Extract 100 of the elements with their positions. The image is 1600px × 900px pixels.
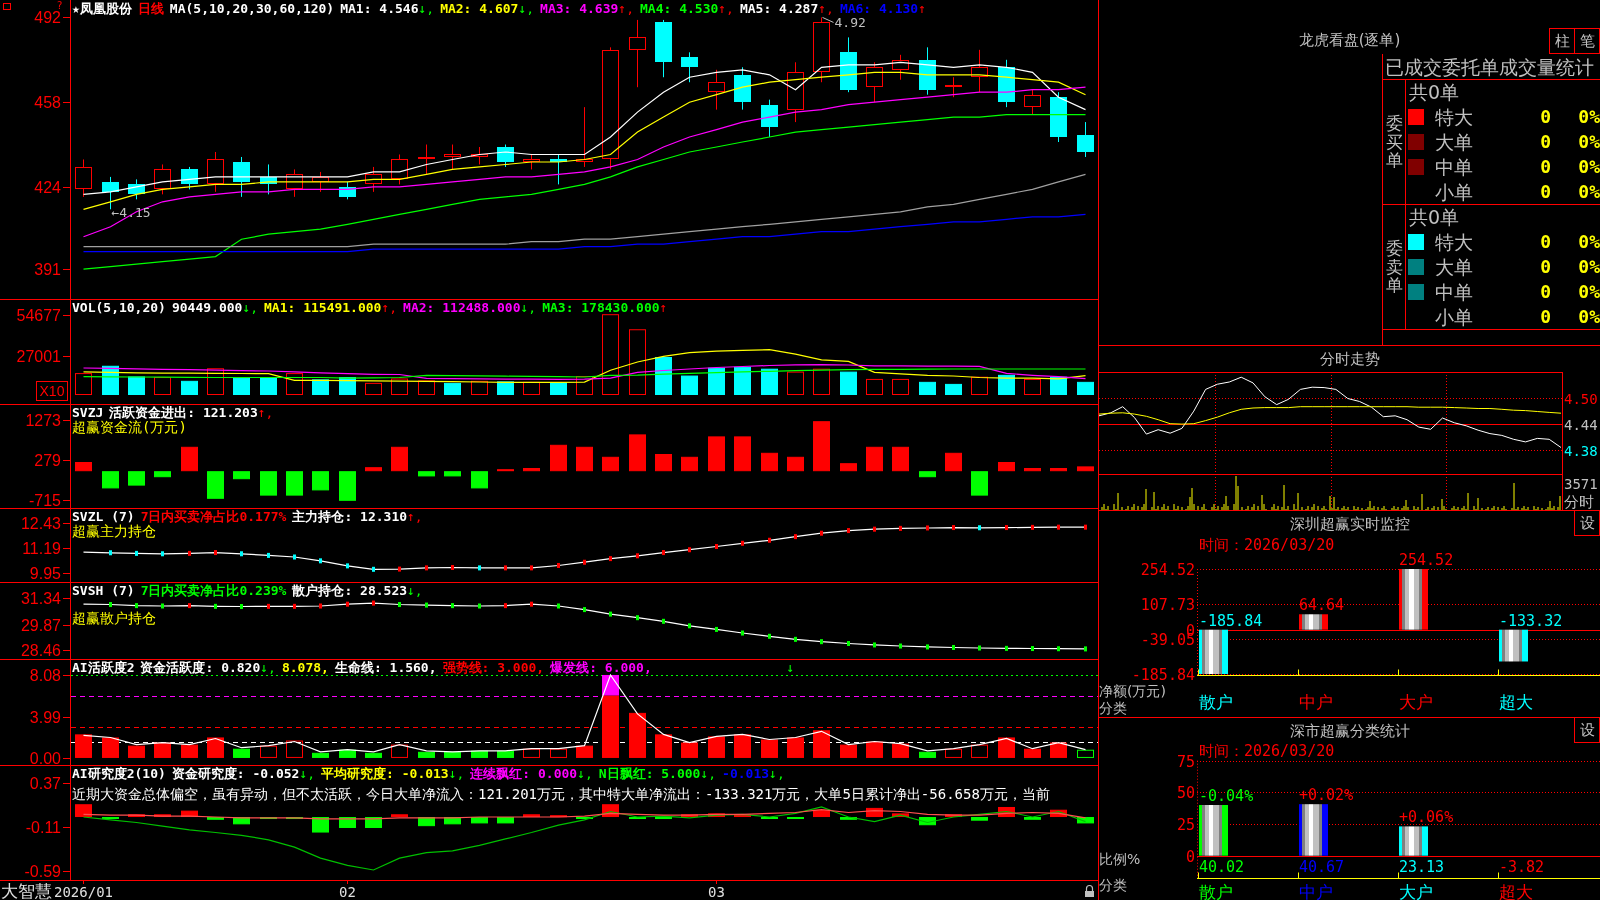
order-share: 0% <box>1578 155 1600 178</box>
indicator-caption: 超赢主力持仓 <box>72 524 156 539</box>
trend-arrow: ↓, <box>518 1 535 16</box>
axis-label: 424 <box>34 179 61 196</box>
order-count: 0 <box>1540 131 1551 153</box>
legend-text: MA5: 4.287 <box>739 1 819 16</box>
legend-text: MA3: 178430.000 <box>542 300 660 315</box>
legend-text: N日飘红: 5.000 <box>598 766 701 781</box>
order-size-label: 中单 <box>1435 155 1473 178</box>
corner-mark: ? <box>57 0 63 11</box>
trend-arrow: ↑, <box>818 1 834 16</box>
change-label: +0.02% <box>1299 786 1354 805</box>
axis-label: 0 <box>1185 847 1195 866</box>
legend-text: 日线 <box>137 1 164 16</box>
section-title: 深圳超赢实时监控 <box>1289 514 1410 533</box>
legend-text: MA(5,10,20,30,60,120) <box>169 1 335 16</box>
order-size-label: 大单 <box>1435 131 1473 153</box>
trend-arrow: ↑, <box>257 405 274 420</box>
legend-text: 7日内买卖净占比0.177% <box>140 509 287 524</box>
value-label: 23.13 <box>1399 858 1445 876</box>
trend-arrow: ↓, <box>407 583 423 598</box>
order-count: 0 <box>1540 180 1551 203</box>
order-share: 0% <box>1578 131 1600 153</box>
indicator-caption: 超赢资金流(万元) <box>72 420 187 435</box>
axis-title: 分类 <box>1099 877 1127 893</box>
axis-label: 4.44 <box>1564 416 1598 433</box>
axis-title: 净额(万元) <box>1099 683 1166 699</box>
legend-text: AI活跃度2 <box>72 660 135 675</box>
legend-text: ★凤凰股份 <box>72 1 132 16</box>
axis-title: 分类 <box>1099 700 1127 716</box>
axis-label: 9.95 <box>29 565 61 582</box>
table-title: 已成交委托单成交量统计 <box>1385 55 1594 78</box>
order-count: 0 <box>1540 106 1551 129</box>
change-label: +0.06% <box>1399 808 1454 827</box>
group-label: 委卖单 <box>1385 238 1403 296</box>
axis-label: 4.38 <box>1564 442 1598 459</box>
trend-arrow: ↓, <box>242 300 259 315</box>
legend-text: 资金研究度: -0.052 <box>171 766 300 781</box>
legend-text: 生命线: 1.560, <box>334 660 437 675</box>
axis-label: 50 <box>1176 783 1195 802</box>
signal-arrow: ↓ <box>786 660 795 675</box>
unit-label: X10 <box>36 381 68 401</box>
category-label: 中户 <box>1299 692 1333 712</box>
axis-label: 0.00 <box>29 750 61 765</box>
axis-label: 28.46 <box>20 642 61 659</box>
indicator-caption: 超赢散户持仓 <box>72 611 156 626</box>
order-count: 0 <box>1540 155 1551 178</box>
category-label: 大户 <box>1399 882 1433 900</box>
category-label: 大户 <box>1399 692 1433 712</box>
order-size-label: 小单 <box>1435 180 1473 203</box>
value-label: 254.52 <box>1399 551 1454 569</box>
legend-text: 活跃资金进出: 121.203 <box>109 405 258 420</box>
value-label: -185.84 <box>1199 611 1263 630</box>
order-size-label: 特大 <box>1435 106 1473 129</box>
date-label: 02 <box>339 884 356 900</box>
trend-arrow: ↑, <box>618 1 634 16</box>
value-label: 40.02 <box>1199 858 1245 876</box>
axis-title: 比例% <box>1099 851 1141 867</box>
axis-label: 12.43 <box>20 515 61 532</box>
axis-label: 27001 <box>16 348 61 365</box>
value-label: 40.67 <box>1299 858 1345 876</box>
order-count: 0 <box>1540 231 1551 254</box>
legend-text: MA2: 112488.000 <box>403 300 521 315</box>
value-label: 64.64 <box>1299 596 1345 615</box>
order-share: 0% <box>1578 280 1600 303</box>
chart-caption: 分时 <box>1564 493 1594 510</box>
trend-arrow: ↑, <box>381 300 398 315</box>
axis-label: 75 <box>1176 752 1195 771</box>
order-share: 0% <box>1578 180 1600 203</box>
order-size-label: 小单 <box>1435 305 1473 328</box>
axis-label: 0.37 <box>29 775 61 792</box>
legend-text: AI研究度2(10) <box>72 766 166 781</box>
axis-label: 8.08 <box>29 667 61 684</box>
axis-label: 492 <box>34 9 61 26</box>
category-label: 散户 <box>1199 692 1233 712</box>
axis-label: 391 <box>34 261 61 278</box>
section-title: 分时走势 <box>1319 350 1380 368</box>
section-title: 深市超赢分类统计 <box>1289 721 1410 740</box>
axis-label: -185.84 <box>1131 665 1195 684</box>
trend-arrow: ↓, <box>520 300 537 315</box>
group-label: 委买单 <box>1385 113 1403 171</box>
legend-text: 强势线: 3.000, <box>442 660 545 675</box>
time-label: 时间：2026/03/20 <box>1199 743 1335 760</box>
trend-arrow: ↑, <box>407 509 423 524</box>
axis-label: 4.50 <box>1564 390 1598 407</box>
legend-text: 主力持仓: 12.310 <box>292 509 408 524</box>
order-share: 0% <box>1578 305 1600 328</box>
legend-text: 7日内买卖净占比0.239% <box>140 583 287 598</box>
trend-arrow: ↓, <box>260 660 276 675</box>
order-count: 0 <box>1540 305 1551 328</box>
order-size-label: 大单 <box>1435 256 1473 278</box>
category-label: 散户 <box>1199 882 1233 900</box>
legend-text: 90449.000 <box>171 300 243 315</box>
panel-title: 龙虎看盘(逐单) <box>1298 31 1401 49</box>
axis-label: 3.99 <box>29 709 61 726</box>
trend-arrow: ↓, <box>700 766 717 781</box>
date-label: 03 <box>708 884 725 900</box>
legend-text: SVZJ <box>72 405 104 420</box>
date-label: 2026/01 <box>54 884 113 900</box>
axis-label: 11.19 <box>22 540 61 557</box>
